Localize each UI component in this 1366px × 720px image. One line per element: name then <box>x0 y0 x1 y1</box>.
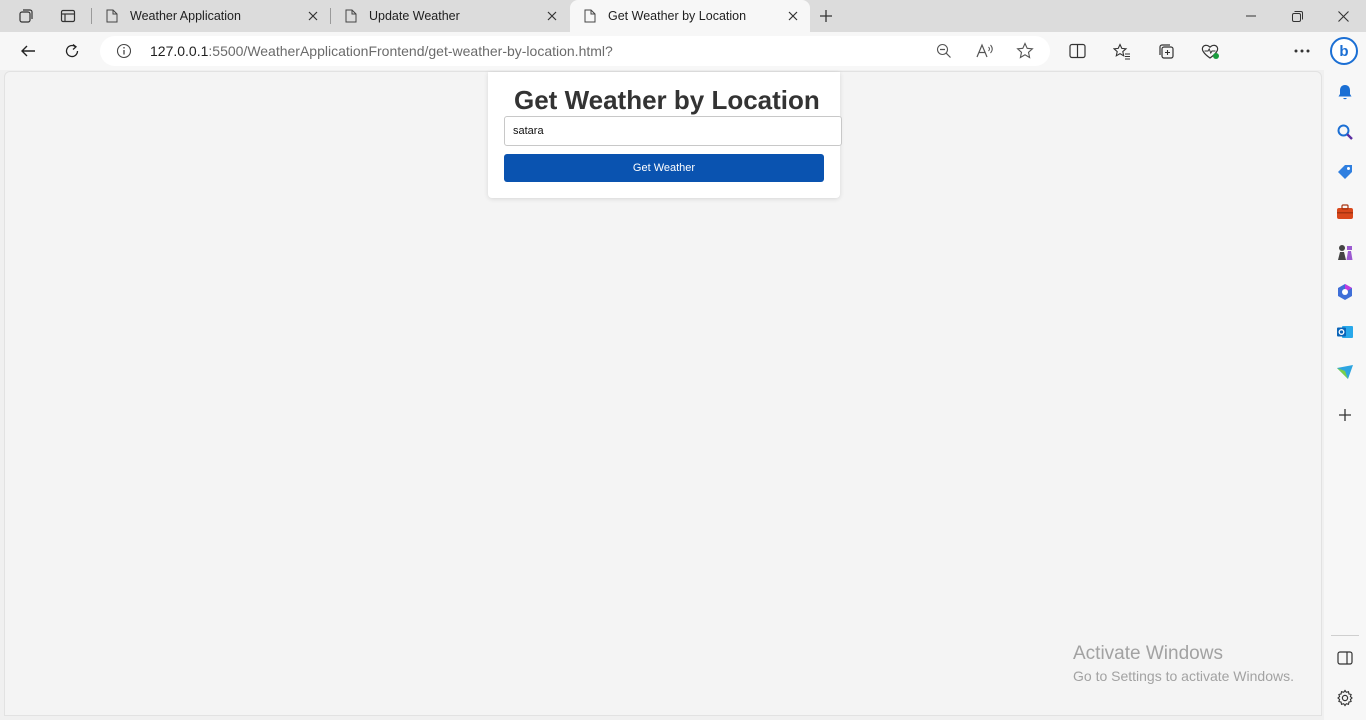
hide-sidebar-icon[interactable] <box>1333 646 1357 670</box>
tab-get-weather-by-location[interactable]: Get Weather by Location <box>570 0 810 32</box>
page-icon <box>345 9 357 23</box>
page-viewport: Get Weather by Location Get Weather <box>4 71 1322 716</box>
url-path: :5500/WeatherApplicationFrontend/get-wea… <box>208 43 613 59</box>
close-window-button[interactable] <box>1320 0 1366 32</box>
activate-windows-watermark: Activate Windows Go to Settings to activ… <box>1073 643 1294 684</box>
browser-toolbar: 127.0.0.1:5500/WeatherApplicationFronten… <box>0 32 1366 96</box>
tab-update-weather[interactable]: Update Weather <box>331 0 569 32</box>
read-aloud-icon[interactable] <box>974 41 996 61</box>
restore-icon <box>1291 10 1303 22</box>
browser-essentials-button[interactable] <box>1194 36 1226 66</box>
settings-gear-icon[interactable] <box>1333 686 1357 710</box>
plus-icon <box>820 10 832 22</box>
toolbox-icon[interactable] <box>1333 200 1357 224</box>
star-icon[interactable] <box>1014 41 1036 61</box>
tag-icon[interactable] <box>1333 160 1357 184</box>
office-icon[interactable] <box>1333 280 1357 304</box>
bing-icon: b <box>1339 42 1349 60</box>
more-icon <box>1294 49 1310 53</box>
weather-form-card: Get Weather by Location Get Weather <box>488 72 842 198</box>
get-weather-button[interactable]: Get Weather <box>504 154 824 182</box>
back-button[interactable] <box>12 36 44 66</box>
minimize-button[interactable] <box>1228 0 1274 32</box>
minimize-icon <box>1246 15 1256 17</box>
tab-label: Weather Application <box>130 9 241 23</box>
refresh-button[interactable] <box>56 36 88 66</box>
bell-icon[interactable] <box>1333 80 1357 104</box>
bing-copilot-button[interactable]: b <box>1330 37 1358 65</box>
tab-label: Get Weather by Location <box>608 9 747 23</box>
search-icon[interactable] <box>1333 120 1357 144</box>
page-icon <box>106 9 118 23</box>
close-icon[interactable] <box>302 5 324 27</box>
chess-icon[interactable] <box>1333 240 1357 264</box>
title-bar: Weather Application Update Weather Get W… <box>0 0 1366 32</box>
outlook-icon[interactable] <box>1333 320 1357 344</box>
workspaces-icon[interactable] <box>12 4 40 28</box>
close-icon[interactable] <box>541 5 563 27</box>
back-arrow-icon <box>21 45 35 57</box>
page-icon <box>584 9 596 23</box>
collections-button[interactable] <box>1150 36 1182 66</box>
favorites-icon <box>1113 42 1130 60</box>
tab-actions-icon[interactable] <box>54 4 82 28</box>
heart-pulse-icon <box>1201 44 1219 59</box>
url-text[interactable]: 127.0.0.1:5500/WeatherApplicationFronten… <box>150 43 613 59</box>
tab-weather-application[interactable]: Weather Application <box>92 0 330 32</box>
url-host: 127.0.0.1 <box>150 43 209 59</box>
edge-sidebar <box>1324 70 1366 720</box>
sidebar-divider <box>1331 635 1359 636</box>
watermark-title: Activate Windows <box>1073 643 1223 664</box>
watermark-subtitle: Go to Settings to activate Windows. <box>1073 668 1294 684</box>
page-title: Get Weather by Location <box>514 85 820 115</box>
refresh-icon <box>65 43 79 58</box>
send-icon[interactable] <box>1333 360 1357 384</box>
collections-icon <box>1158 43 1174 59</box>
close-icon <box>1337 10 1349 22</box>
close-icon[interactable] <box>782 5 804 27</box>
address-bar[interactable]: 127.0.0.1:5500/WeatherApplicationFronten… <box>100 36 1050 66</box>
zoom-out-icon[interactable] <box>933 41 955 61</box>
location-input[interactable] <box>504 116 842 146</box>
favorites-button[interactable] <box>1106 36 1138 66</box>
split-screen-icon <box>1068 43 1086 59</box>
split-screen-button[interactable] <box>1061 36 1093 66</box>
info-icon[interactable] <box>116 43 132 59</box>
new-tab-button[interactable] <box>812 4 840 28</box>
tab-label: Update Weather <box>369 9 460 23</box>
add-icon[interactable] <box>1333 403 1357 427</box>
restore-button[interactable] <box>1274 0 1320 32</box>
more-options-button[interactable] <box>1286 36 1318 66</box>
